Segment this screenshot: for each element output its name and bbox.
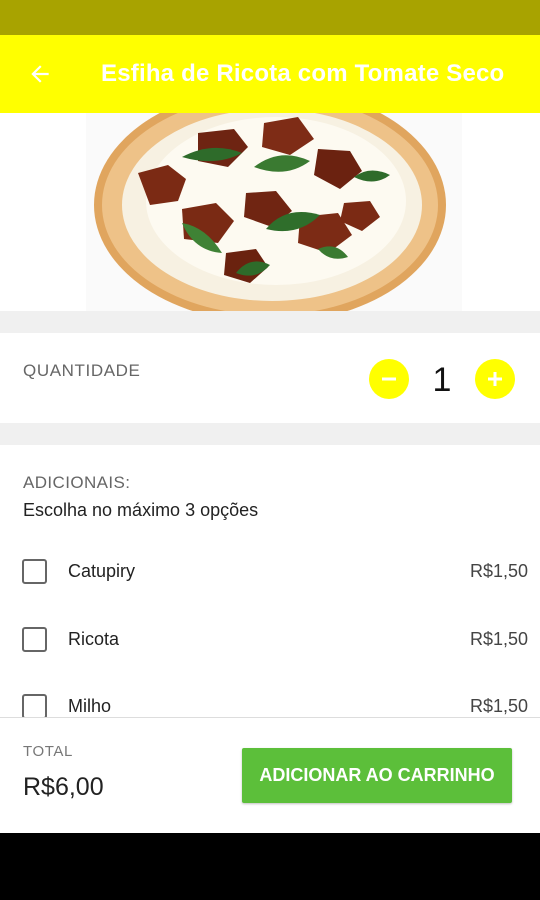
addons-title: ADICIONAIS: (23, 473, 131, 492)
quantity-section: QUANTIDADE 1 (0, 333, 540, 423)
addon-item[interactable]: Catupiry R$1,50 (0, 547, 540, 597)
addon-checkbox[interactable] (22, 559, 47, 584)
addons-subtitle: Escolha no máximo 3 opções (23, 500, 259, 520)
back-button[interactable] (0, 35, 80, 113)
quantity-stepper: 1 (369, 359, 516, 399)
addon-price: R$1,50 (469, 561, 528, 581)
quantity-label: QUANTIDADE (23, 361, 141, 380)
addon-name: Ricota (68, 629, 120, 649)
total-label: TOTAL (23, 743, 73, 760)
product-photo (0, 113, 540, 311)
minus-icon (382, 377, 396, 381)
addon-name: Catupiry (68, 561, 136, 581)
decrease-quantity-button[interactable] (369, 359, 409, 399)
addons-section: ADICIONAIS: Escolha no máximo 3 opções C… (0, 445, 540, 717)
addon-checkbox[interactable] (22, 627, 47, 652)
page-title: Esfiha de Ricota com Tomate Seco (101, 60, 505, 87)
addon-price: R$1,50 (469, 696, 528, 716)
section-divider (0, 423, 540, 445)
status-bar (0, 0, 540, 35)
product-details: QUANTIDADE 1 ADICIONAIS: Escolha no máxi… (0, 113, 540, 717)
section-divider (0, 311, 540, 333)
system-nav-bar (0, 833, 540, 900)
app-bar: Esfiha de Ricota com Tomate Seco (0, 35, 540, 113)
addon-checkbox[interactable] (22, 694, 47, 717)
total-value: R$6,00 (23, 773, 104, 801)
arrow-left-icon (31, 65, 49, 83)
addon-item[interactable]: Milho R$1,50 (0, 682, 540, 717)
plus-icon (488, 372, 502, 386)
pizza-image (86, 113, 462, 311)
addon-name: Milho (68, 696, 112, 716)
addon-item[interactable]: Ricota R$1,50 (0, 615, 540, 665)
quantity-value: 1 (432, 361, 452, 399)
addon-price: R$1,50 (469, 629, 528, 649)
add-to-cart-button[interactable]: ADICIONAR AO CARRINHO (242, 748, 512, 803)
increase-quantity-button[interactable] (475, 359, 515, 399)
order-footer: TOTAL R$6,00 ADICIONAR AO CARRINHO (0, 717, 540, 833)
